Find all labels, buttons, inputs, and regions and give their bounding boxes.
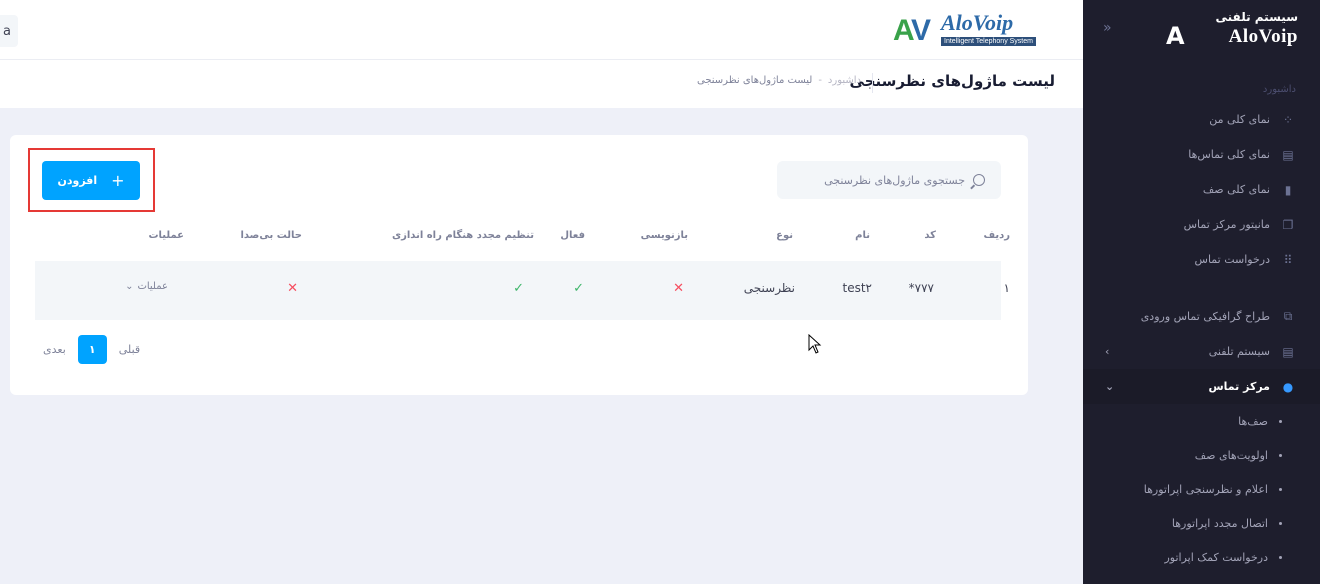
bullet-icon xyxy=(1279,487,1282,491)
sidebar-brand: سیستم تلفنی AloVoip A « xyxy=(1083,0,1320,60)
diagram-icon: ⧉ xyxy=(1283,309,1293,323)
sidebar-subitem-queue-priorities[interactable]: اولویت‌های صف xyxy=(1083,438,1320,472)
col-header-code: کد xyxy=(924,230,936,241)
cell-mute-cross-icon: ✕ xyxy=(287,281,298,296)
page-title: لیست ماژول‌های نظرسنجی xyxy=(849,72,1055,90)
cell-reset-check-icon: ✓ xyxy=(513,281,524,296)
search-placeholder: جستجوی ماژول‌های نظرسنجی xyxy=(824,173,965,187)
bars-icon: ▮ xyxy=(1284,182,1292,197)
col-header-mute: حالت بی‌صدا xyxy=(240,230,302,241)
pagination-next[interactable]: بعدی xyxy=(43,343,66,356)
sidebar: سیستم تلفنی AloVoip A « داشبورد ⁘ نمای ک… xyxy=(1083,0,1320,584)
sidebar-item-my-overview[interactable]: ⁘ نمای کلی من xyxy=(1083,102,1320,137)
cell-overwrite-cross-icon: ✕ xyxy=(673,281,684,296)
pagination-page[interactable]: ۱ xyxy=(77,335,107,364)
logo-name: AloVoip xyxy=(941,10,1014,35)
bullet-icon xyxy=(1279,419,1282,423)
sidebar-brand-line2: AloVoip xyxy=(1228,26,1298,47)
chevron-down-icon: ⌄ xyxy=(125,281,134,292)
search-input[interactable]: جستجوی ماژول‌های نظرسنجی xyxy=(777,161,1001,199)
sidebar-item-label: مانیتور مرکز تماس xyxy=(1183,218,1270,231)
add-button-label: افزودن xyxy=(57,174,98,187)
logo-tagline: Intelligent Telephony System xyxy=(941,37,1036,46)
cell-name: test۲ xyxy=(842,281,873,295)
cell-index: ۱ xyxy=(1003,281,1010,295)
sidebar-item-label: نمای کلی من xyxy=(1209,113,1270,126)
logo-mark-blue: V xyxy=(911,14,932,47)
sidebar-item-label: سیستم تلفنی xyxy=(1208,345,1270,358)
sidebar-item-call-request[interactable]: ⠿ درخواست تماس xyxy=(1083,242,1320,277)
sidebar-item-contact-center-monitor[interactable]: ❐ مانیتور مرکز تماس xyxy=(1083,207,1320,242)
sidebar-item-ivr-designer[interactable]: ⧉ طراح گرافیکی تماس ورودی xyxy=(1083,299,1320,334)
sidebar-item-contact-center[interactable]: ● مرکز تماس ⌄ xyxy=(1083,369,1320,404)
pagination: بعدی ۱ قبلی xyxy=(43,335,140,364)
col-header-name: نام xyxy=(855,230,870,241)
sidebar-item-label: نمای کلی تماس‌ها xyxy=(1188,148,1270,161)
top-header: a A V AloVoip Intelligent Telephony Syst… xyxy=(0,0,1083,60)
add-button[interactable]: + افزودن xyxy=(42,161,140,200)
plus-icon: + xyxy=(111,171,125,190)
bullet-icon xyxy=(1279,555,1282,559)
mouse-cursor-icon xyxy=(808,334,822,354)
survey-modules-card: جستجوی ماژول‌های نظرسنجی + افزودن ردیف ک… xyxy=(10,135,1028,395)
grid-icon: ⠿ xyxy=(1283,252,1293,267)
book-icon: ▤ xyxy=(1282,344,1294,359)
headset-user-icon: ● xyxy=(1282,379,1294,394)
cell-code: ۷۷۷* xyxy=(908,281,934,295)
subheader: لیست ماژول‌های نظرسنجی داشبورد - لیست ما… xyxy=(0,60,1083,108)
sidebar-item-label: درخواست تماس xyxy=(1194,253,1270,266)
cell-active-check-icon: ✓ xyxy=(573,281,584,296)
breadcrumb-separator: - xyxy=(818,75,822,86)
diamond-dots-icon: ⁘ xyxy=(1282,112,1294,127)
header-logo[interactable]: A V AloVoip Intelligent Telephony System xyxy=(893,10,1056,50)
sidebar-logo[interactable]: سیستم تلفنی AloVoip A xyxy=(1166,10,1298,50)
col-header-active: فعال xyxy=(560,230,585,241)
breadcrumb-item-dashboard[interactable]: داشبورد xyxy=(828,75,861,86)
sidebar-logo-mark: A xyxy=(1166,22,1185,50)
sidebar-subitem-operator-reconnect[interactable]: اتصال مجدد اپراتورها xyxy=(1083,506,1320,540)
sidebar-item-label: نمای کلی صف xyxy=(1202,183,1270,196)
bullet-icon xyxy=(1279,453,1282,457)
sidebar-menu: داشبورد ⁘ نمای کلی من ▤ نمای کلی تماس‌ها… xyxy=(1083,60,1320,574)
sidebar-subitem-operator-help[interactable]: درخواست کمک اپراتور xyxy=(1083,540,1320,574)
breadcrumb: داشبورد - لیست ماژول‌های نظرسنجی xyxy=(697,75,861,86)
sidebar-section-dashboard: داشبورد xyxy=(1262,84,1296,95)
sidebar-item-label: طراح گرافیکی تماس ورودی xyxy=(1140,310,1270,323)
sidebar-collapse-icon[interactable]: « xyxy=(1103,20,1112,36)
add-button-highlight: + افزودن xyxy=(28,148,155,212)
col-header-actions: عملیات xyxy=(148,230,184,241)
row-actions-dropdown[interactable]: عملیات ⌄ xyxy=(125,281,168,292)
cell-type: نظرسنجی xyxy=(743,281,795,295)
header-user-button[interactable]: a xyxy=(0,15,18,47)
sidebar-subitem-label: اولویت‌های صف xyxy=(1194,448,1268,462)
bullet-icon xyxy=(1279,521,1282,525)
chevron-right-icon: › xyxy=(1105,345,1110,358)
chevron-down-icon: ⌄ xyxy=(1105,380,1115,393)
sidebar-subitem-label: درخواست کمک اپراتور xyxy=(1164,550,1268,564)
sidebar-subitem-queues[interactable]: صف‌ها xyxy=(1083,404,1320,438)
sidebar-item-telephony-system[interactable]: ▤ سیستم تلفنی › xyxy=(1083,334,1320,369)
search-icon xyxy=(973,174,985,186)
sidebar-subitem-label: صف‌ها xyxy=(1238,414,1268,428)
col-header-reset-on-start: تنظیم مجدد هنگام راه اندازی xyxy=(391,230,534,241)
sidebar-item-queue-overview[interactable]: ▮ نمای کلی صف xyxy=(1083,172,1320,207)
header-user-button-label: a xyxy=(3,23,11,39)
sidebar-brand-line1: سیستم تلفنی xyxy=(1215,10,1298,24)
sidebar-item-label: مرکز تماس xyxy=(1208,380,1270,393)
pagination-prev[interactable]: قبلی xyxy=(119,343,140,356)
book-icon: ▤ xyxy=(1282,147,1294,162)
col-header-index: ردیف xyxy=(983,230,1010,241)
row-actions-label: عملیات xyxy=(137,281,168,292)
col-header-type: نوع xyxy=(776,230,793,241)
sidebar-item-calls-overview[interactable]: ▤ نمای کلی تماس‌ها xyxy=(1083,137,1320,172)
sidebar-subitem-operator-survey[interactable]: اعلام و نظرسنجی اپراتورها xyxy=(1083,472,1320,506)
breadcrumb-item-current: لیست ماژول‌های نظرسنجی xyxy=(696,75,813,86)
copy-icon: ❐ xyxy=(1282,217,1294,232)
col-header-overwrite: بازنویسی xyxy=(640,230,688,241)
sidebar-subitem-label: اتصال مجدد اپراتورها xyxy=(1171,516,1268,530)
title-separator xyxy=(872,73,873,93)
sidebar-subitem-label: اعلام و نظرسنجی اپراتورها xyxy=(1143,482,1268,496)
